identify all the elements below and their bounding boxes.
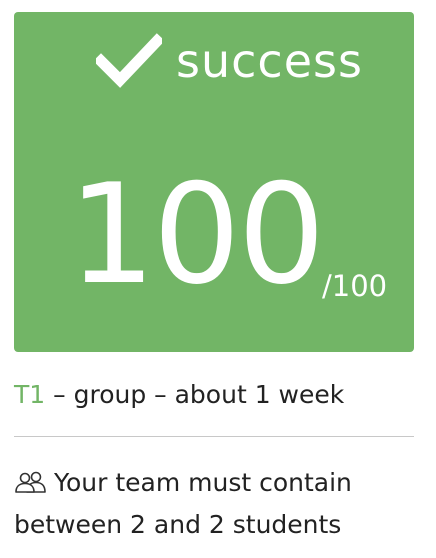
task-separator: – xyxy=(45,380,74,409)
check-icon xyxy=(96,33,162,88)
score-value: 100 xyxy=(68,154,325,315)
team-requirement: Your team must contain between 2 and 2 s… xyxy=(14,462,424,546)
status-row: success xyxy=(96,26,363,96)
status-label: success xyxy=(176,34,363,88)
task-code: T1 xyxy=(14,380,46,409)
task-separator: – xyxy=(146,380,175,409)
task-duration: about 1 week xyxy=(174,380,345,409)
score-max: /100 xyxy=(322,269,388,303)
task-type: group xyxy=(73,380,147,409)
result-card: success 100 /100 xyxy=(14,12,414,352)
users-icon xyxy=(15,471,46,493)
team-message: Your team must contain between 2 and 2 s… xyxy=(14,468,352,539)
task-summary: T1 – group – about 1 week xyxy=(14,378,344,412)
divider xyxy=(14,436,414,437)
